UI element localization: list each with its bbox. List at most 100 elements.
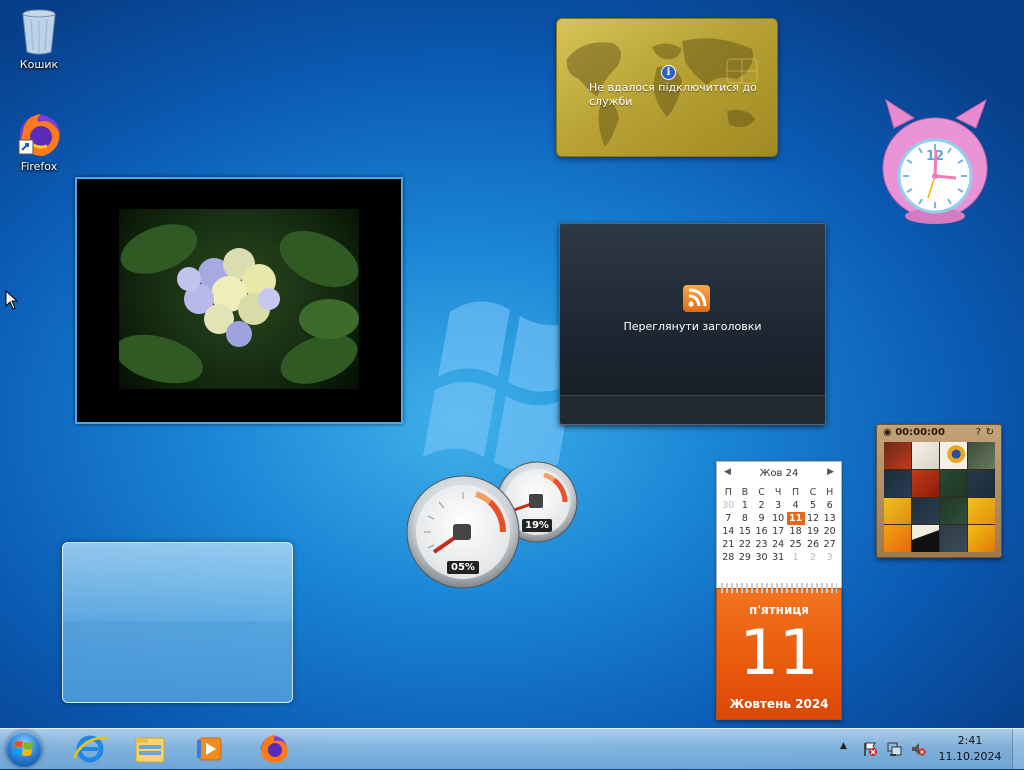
mouse-cursor-icon — [5, 290, 19, 310]
calendar-day-cell[interactable]: 24 — [770, 538, 787, 551]
puzzle-tile[interactable] — [912, 469, 939, 497]
puzzle-tile[interactable] — [884, 442, 911, 469]
puzzle-tile[interactable] — [884, 469, 911, 497]
calendar-day-cell[interactable]: 9 — [753, 512, 770, 525]
puzzle-tile[interactable] — [968, 525, 995, 552]
calendar-day-cell[interactable]: 31 — [770, 551, 787, 564]
slideshow-gadget[interactable] — [75, 177, 403, 424]
calendar-day-cell[interactable]: 22 — [737, 538, 754, 551]
volume-muted-icon[interactable] — [910, 741, 926, 757]
calendar-day-cell[interactable]: 2 — [805, 551, 822, 564]
cpu-usage-readout: 05% — [447, 561, 479, 574]
calendar-day-cell[interactable]: 15 — [737, 525, 754, 538]
calendar-gadget[interactable]: ◀ Жов 24 ▶ П В С Ч П С Н 30 1 2 3 4 5 6 7 8 9 10 11… — [716, 461, 842, 593]
taskbar-firefox[interactable] — [248, 732, 300, 766]
calendar-day-cell[interactable]: 20 — [821, 525, 838, 538]
picture-puzzle-gadget[interactable]: ◉ 00:00:00 ? ↻ — [876, 424, 1002, 558]
glass-gadget-panel[interactable] — [62, 542, 293, 703]
action-center-flag-icon[interactable] — [862, 741, 878, 757]
calendar-day-cell[interactable]: 3 — [770, 499, 787, 512]
calendar-month-year-long: Жовтень 2024 — [729, 697, 829, 711]
weekday-label: П — [724, 487, 732, 498]
cat-clock-icon: 12 — [882, 98, 988, 224]
calendar-rings — [721, 583, 837, 593]
calendar-day-cell[interactable]: 28 — [720, 551, 737, 564]
clock-gadget[interactable]: 12 — [876, 98, 994, 226]
calendar-day-cell[interactable]: 27 — [821, 538, 838, 551]
calendar-day-cell[interactable]: 12 — [805, 512, 822, 525]
calendar-day-cell[interactable]: 1 — [787, 551, 805, 564]
calendar-week-row: 14 15 16 17 18 19 20 — [720, 525, 838, 538]
calendar-day-cell[interactable]: 8 — [737, 512, 754, 525]
puzzle-tile[interactable] — [968, 442, 995, 469]
weekday-label: Н — [826, 487, 834, 498]
calendar-day-cell[interactable]: 7 — [720, 512, 737, 525]
puzzle-help-icon[interactable]: ? — [976, 427, 981, 438]
calendar-day-cell[interactable]: 10 — [770, 512, 787, 525]
calendar-day-cell[interactable]: 23 — [753, 538, 770, 551]
puzzle-tile[interactable] — [968, 469, 995, 497]
calendar-day-cell[interactable]: 17 — [770, 525, 787, 538]
puzzle-tile[interactable] — [912, 525, 939, 552]
calendar-day-cell[interactable]: 2 — [753, 499, 770, 512]
taskbar-clock[interactable]: 2:41 11.10.2024 — [938, 733, 1002, 765]
calendar-day-cell[interactable]: 3 — [821, 551, 838, 564]
show-hidden-icons-button[interactable]: ▲ — [840, 741, 847, 751]
feed-headlines-gadget[interactable]: Переглянути заголовки — [559, 223, 826, 425]
calendar-week-row: 30 1 2 3 4 5 6 — [720, 499, 838, 512]
puzzle-tile[interactable] — [884, 497, 911, 525]
currency-gadget[interactable]: i Не вдалося підключитися до служби — [556, 18, 778, 157]
network-icon[interactable] — [886, 741, 902, 757]
calendar-day-cell[interactable]: 30 — [720, 499, 737, 512]
calendar-day-cell[interactable]: 14 — [720, 525, 737, 538]
file-explorer-icon — [135, 737, 165, 763]
cpu-meter-gadget[interactable]: 05% 19% — [404, 458, 580, 592]
taskbar-media-player[interactable] — [184, 732, 236, 766]
desktop-icon-recycle-bin[interactable]: Кошик — [7, 8, 71, 71]
calendar-day-cell[interactable]: 11 — [786, 512, 805, 525]
calendar-day-cell[interactable]: 29 — [737, 551, 754, 564]
taskbar-file-explorer[interactable] — [124, 732, 176, 766]
glass-gadget-band — [63, 621, 292, 701]
windows-start-icon — [13, 741, 33, 756]
puzzle-tile[interactable] — [940, 525, 967, 552]
calendar-day-cell[interactable]: 13 — [821, 512, 838, 525]
calendar-day-cell[interactable]: 25 — [787, 538, 805, 551]
puzzle-tile[interactable] — [940, 469, 967, 497]
calendar-weekday: п'ятниця — [749, 603, 809, 617]
calendar-day-page[interactable]: п'ятниця 11 Жовтень 2024 — [716, 583, 842, 720]
puzzle-shuffle-icon[interactable]: ↻ — [986, 427, 994, 438]
calendar-day-cell[interactable]: 30 — [753, 551, 770, 564]
calendar-day-cell[interactable]: 6 — [821, 499, 838, 512]
puzzle-tile[interactable] — [968, 497, 995, 525]
puzzle-tile[interactable] — [912, 497, 939, 525]
taskbar-internet-explorer[interactable] — [64, 732, 116, 766]
show-desktop-button[interactable] — [1012, 729, 1024, 769]
calendar-next-icon[interactable]: ▶ — [827, 467, 834, 477]
calendar-day-cell[interactable]: 26 — [805, 538, 822, 551]
firefox-icon — [261, 735, 288, 763]
calendar-day-cell[interactable]: 16 — [753, 525, 770, 538]
calendar-month-year: Жов 24 — [759, 468, 799, 479]
puzzle-tile[interactable] — [940, 442, 967, 469]
calendar-day-cell[interactable]: 21 — [720, 538, 737, 551]
desktop-icon-firefox[interactable]: Firefox — [7, 110, 71, 173]
calendar-day-cell[interactable]: 1 — [737, 499, 754, 512]
calendar-day-cell[interactable]: 4 — [787, 499, 805, 512]
view-headlines-link[interactable]: Переглянути заголовки — [560, 320, 825, 333]
media-player-icon — [197, 737, 222, 761]
rss-icon[interactable] — [683, 285, 710, 312]
internet-explorer-icon — [72, 735, 109, 763]
firefox-icon — [18, 114, 60, 156]
cpu-meter-dials — [406, 461, 578, 589]
calendar-day-cell[interactable]: 19 — [805, 525, 822, 538]
calendar-day-number: 11 — [739, 616, 819, 689]
puzzle-tile[interactable] — [912, 442, 939, 469]
puzzle-tile[interactable] — [884, 525, 911, 552]
calendar-day-cell[interactable]: 5 — [805, 499, 822, 512]
puzzle-tile[interactable] — [940, 497, 967, 525]
weekday-label: С — [758, 487, 765, 498]
start-button[interactable] — [6, 731, 42, 767]
calendar-day-cell[interactable]: 18 — [787, 525, 805, 538]
info-icon: i — [661, 65, 676, 80]
